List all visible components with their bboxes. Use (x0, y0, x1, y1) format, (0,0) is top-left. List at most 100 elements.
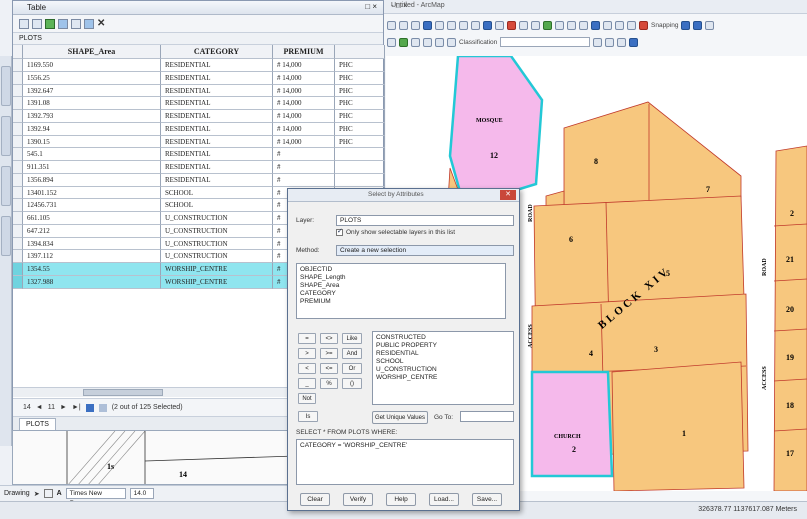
sketch-props-icon[interactable] (615, 20, 624, 30)
toolbox-icon[interactable] (435, 37, 444, 47)
split-icon[interactable] (579, 20, 588, 30)
layer-dropdown[interactable]: PLOTS (336, 215, 514, 226)
selectable-only-checkbox[interactable] (336, 227, 343, 236)
window-controls[interactable]: - □ × (391, 1, 801, 10)
georef-icon[interactable] (593, 37, 603, 47)
dock-tab-search[interactable] (1, 166, 11, 206)
table-close-controls[interactable]: □ × (365, 2, 377, 11)
value-item[interactable]: SCHOOL (376, 358, 510, 366)
table-row[interactable]: 1392.647 RESIDENTIAL # 14,000 PHC (13, 84, 385, 98)
plot-right-column[interactable] (773, 145, 807, 491)
hyperlink-icon[interactable] (519, 20, 528, 30)
table-row[interactable]: 1556.25 RESIDENTIAL # 14,000 PHC (13, 71, 385, 85)
reshape-icon[interactable] (639, 20, 648, 30)
delete-selected-icon[interactable]: ✕ (97, 18, 105, 29)
catalog-icon[interactable] (411, 37, 420, 47)
header-extra[interactable] (335, 45, 385, 59)
drawing-menu[interactable]: Drawing (4, 490, 30, 497)
table-row[interactable]: 1391.08 RESIDENTIAL # 14,000 PHC (13, 97, 385, 110)
text-icon[interactable]: A (57, 490, 62, 497)
select-by-attributes-icon[interactable] (45, 18, 55, 29)
header-category[interactable]: CATEGORY (161, 45, 273, 59)
show-all-records-icon[interactable] (85, 403, 94, 412)
field-item[interactable]: SHAPE_Length (300, 274, 502, 282)
value-item[interactable]: WORSHIP_CENTRE (376, 374, 510, 382)
plot-1[interactable] (611, 361, 745, 491)
operator-button[interactable]: <= (320, 363, 338, 374)
nav-record-field[interactable]: 11 (48, 404, 55, 411)
row-selector[interactable] (13, 122, 23, 136)
operator-button[interactable]: Like (342, 333, 362, 344)
table-row[interactable]: 1356.894 RESIDENTIAL # (13, 173, 385, 187)
zoom-out-icon[interactable] (399, 20, 408, 30)
nav-next-button[interactable]: ► (60, 404, 67, 411)
row-selector[interactable] (13, 161, 23, 174)
fixed-zoom-icon[interactable] (435, 20, 444, 30)
field-item[interactable]: CATEGORY (300, 290, 502, 298)
dock-tab-catalog[interactable] (1, 116, 11, 156)
end-snap-icon[interactable] (693, 20, 703, 30)
operator-button[interactable]: > (298, 348, 316, 359)
op-is-button[interactable]: Is (298, 411, 318, 422)
row-selector[interactable] (13, 84, 23, 98)
table-row[interactable]: 1392.793 RESIDENTIAL # 14,000 PHC (13, 110, 385, 123)
operator-button[interactable]: <> (320, 333, 338, 344)
switch-selection-icon[interactable] (58, 18, 68, 29)
flicker-icon[interactable] (629, 37, 639, 47)
table-row[interactable]: 1169.550 RESIDENTIAL # 14,000 PHC (13, 59, 385, 72)
header-premium[interactable]: PREMIUM (273, 45, 335, 59)
fields-list[interactable]: OBJECTID SHAPE_Length SHAPE_Area CATEGORY PR… (296, 263, 506, 319)
classification-dropdown[interactable] (500, 37, 591, 47)
field-item[interactable]: OBJECTID (300, 266, 502, 274)
effects-icon[interactable] (605, 37, 615, 47)
operator-button[interactable]: % (320, 378, 338, 389)
select-elements-icon[interactable]: ➤ (34, 490, 40, 498)
header-shape-area[interactable]: SHAPE_Area (23, 45, 161, 59)
dock-tab-toc[interactable] (1, 66, 11, 106)
cut-icon[interactable] (627, 20, 636, 30)
full-extent-icon[interactable] (423, 20, 432, 30)
unique-values-list[interactable]: CONSTRUCTED PUBLIC PROPERTY RESIDENTIAL SCH… (372, 331, 514, 405)
row-selector[interactable] (13, 212, 23, 225)
vertex-snap-icon[interactable] (705, 20, 715, 30)
clear-button[interactable]: Clear (300, 493, 330, 506)
clear-selection-icon[interactable] (71, 18, 81, 29)
swipe-icon[interactable] (617, 37, 627, 47)
header-selector[interactable] (13, 45, 23, 59)
table-row[interactable]: 1390.15 RESIDENTIAL # 14,000 PHC (13, 135, 385, 149)
row-selector[interactable] (13, 224, 23, 238)
field-item[interactable]: SHAPE_Area (300, 282, 502, 290)
nav-last-button[interactable]: ►| (72, 404, 81, 411)
pan-icon[interactable] (411, 20, 420, 30)
goto-field[interactable] (460, 411, 514, 422)
row-selector[interactable] (13, 263, 23, 276)
save-button[interactable]: Save... (472, 493, 502, 506)
table-row[interactable]: 1392.94 RESIDENTIAL # 14,000 PHC (13, 122, 385, 136)
row-selector[interactable] (13, 250, 23, 263)
related-tables-icon[interactable] (32, 18, 42, 29)
select-features-icon[interactable] (471, 20, 480, 30)
operator-button[interactable]: Or (342, 363, 362, 374)
find-icon[interactable] (495, 20, 504, 30)
get-unique-values-button[interactable]: Get Unique Values (372, 411, 428, 424)
row-selector[interactable] (13, 275, 23, 289)
editor-icon[interactable] (543, 20, 552, 30)
zoom-to-selected-icon[interactable] (84, 18, 94, 29)
rectangle-icon[interactable] (43, 489, 53, 498)
forward-icon[interactable] (459, 20, 468, 30)
operator-button[interactable]: And (342, 348, 362, 359)
field-item[interactable]: PREMIUM (300, 298, 502, 306)
nav-prev-button[interactable]: ◄ (36, 404, 43, 411)
table-row[interactable]: 545.1 RESIDENTIAL # (13, 148, 385, 161)
help-button[interactable]: Help (386, 493, 416, 506)
sketch-icon[interactable] (555, 20, 564, 30)
sql-expression-box[interactable]: CATEGORY = 'WORSHIP_CENTRE' (296, 439, 514, 485)
value-item[interactable]: PUBLIC PROPERTY (376, 342, 510, 350)
row-selector[interactable] (13, 110, 23, 123)
verify-button[interactable]: Verify (343, 493, 373, 506)
row-selector[interactable] (13, 97, 23, 110)
plot-mosque[interactable] (448, 56, 544, 208)
search-icon[interactable] (423, 37, 432, 47)
trace-icon[interactable] (567, 20, 576, 30)
operator-button[interactable]: >= (320, 348, 338, 359)
